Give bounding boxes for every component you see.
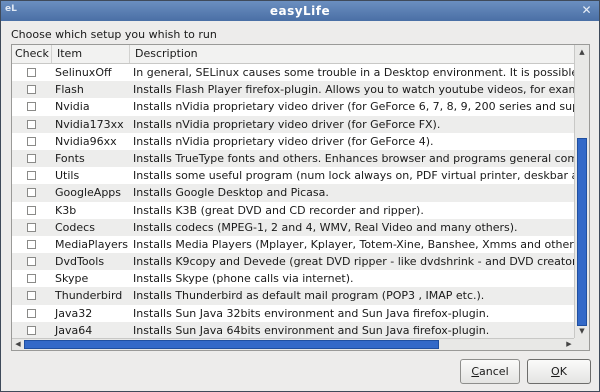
row-item-name: Nvidia96xx [55,134,117,148]
table-row[interactable]: Fonts Installs TrueType fonts and others.… [12,149,575,168]
easylife-dialog: eL easyLife ✕ Choose which setup you whi… [0,0,600,392]
table-row[interactable]: Codecs Installs codecs (MPEG-1, 2 and 4, … [12,218,575,236]
row-checkbox[interactable] [27,325,36,335]
row-description: Installs TrueType fonts and others. Enha… [133,151,575,165]
row-description: Installs nVidia proprietary video driver… [133,134,434,148]
row-checkbox[interactable] [27,153,36,163]
row-description: Installs some useful program (num lock a… [133,169,575,183]
row-checkbox[interactable] [27,308,36,318]
ok-label: K [559,365,567,378]
table-row[interactable]: Java32 Installs Sun Java 32bits environme… [12,305,575,322]
row-checkbox[interactable] [27,171,36,181]
row-item-name: Nvidia173xx [55,117,124,131]
row-description: Installs K3B (great DVD and CD recorder … [133,203,424,217]
row-checkbox[interactable] [27,274,36,284]
cancel-label: ancel [479,365,509,378]
row-checkbox[interactable] [27,119,36,129]
row-description: In general, SELinux causes some trouble … [133,66,575,79]
table-row[interactable]: Nvidia96xx Installs nVidia proprietary vi… [12,133,575,150]
row-checkbox[interactable] [27,102,36,112]
row-item-name: Thunderbird [55,289,123,303]
column-header-item[interactable]: Item [52,45,130,63]
row-item-name: Flash [55,83,84,97]
column-header-description[interactable]: Description [130,45,575,63]
table-body: SelinuxOff In general, SELinux causes som… [12,64,575,340]
row-checkbox[interactable] [27,188,36,198]
row-description: Installs Skype (phone calls via internet… [133,272,354,286]
vertical-scrollbar[interactable]: ▲ ▼ [574,45,589,339]
title-bar[interactable]: eL easyLife ✕ [1,1,599,21]
prompt-label: Choose which setup you whish to run [11,28,217,41]
row-description: Installs K9copy and Devede (great DVD ri… [133,255,575,269]
table-row[interactable]: Nvidia Installs nVidia proprietary video … [12,98,575,115]
row-item-name: GoogleApps [55,186,122,200]
arrow-up-icon[interactable]: ▲ [576,46,588,59]
row-item-name: MediaPlayers [55,237,128,251]
arrow-down-icon[interactable]: ▼ [576,325,588,338]
row-description: Installs nVidia proprietary video driver… [133,100,575,114]
horizontal-scrollbar[interactable]: ◀ ▶ [12,338,575,350]
table-row[interactable]: K3b Installs K3B (great DVD and CD record… [12,202,575,219]
row-description: Installs Media Players (Mplayer, Kplayer… [133,237,575,251]
row-description: Installs Sun Java 64bits environment and… [133,323,490,337]
row-description: Installs codecs (MPEG-1, 2 and 4, WMV, R… [133,220,518,234]
cancel-button[interactable]: Cancel [460,359,520,384]
table-row[interactable]: DvdTools Installs K9copy and Devede (grea… [12,253,575,271]
row-item-name: Utils [55,169,80,183]
setup-table: Check Item Description SelinuxOff In gene… [11,44,590,351]
row-item-name: Fonts [55,151,85,165]
row-checkbox[interactable] [27,257,36,267]
row-item-name: Java64 [55,323,93,337]
row-description: Installs Google Desktop and Picasa. [133,186,329,200]
row-item-name: SelinuxOff [55,66,112,79]
row-description: Installs nVidia proprietary video driver… [133,117,441,131]
scrollbar-corner [574,338,589,350]
row-item-name: Java32 [55,306,93,320]
table-row[interactable]: GoogleApps Installs Google Desktop and Pi… [12,184,575,202]
row-item-name: Nvidia [55,100,90,114]
close-icon[interactable]: ✕ [579,3,594,18]
row-item-name: Codecs [55,220,95,234]
horizontal-scroll-thumb[interactable] [24,340,439,349]
table-row[interactable]: MediaPlayers Installs Media Players (Mpla… [12,236,575,253]
table-row[interactable]: Flash Installs Flash Player firefox-plugi… [12,81,575,99]
row-checkbox[interactable] [27,85,36,95]
window-title: easyLife [269,4,331,18]
row-description: Installs Thunderbird as default mail pro… [133,289,485,303]
column-header-check[interactable]: Check [12,45,52,63]
table-row[interactable]: Nvidia173xx Installs nVidia proprietary v… [12,115,575,133]
row-item-name: Skype [55,272,89,286]
row-checkbox[interactable] [27,205,36,215]
table-row[interactable]: Skype Installs Skype (phone calls via int… [12,270,575,287]
table-header: Check Item Description [12,45,575,64]
row-item-name: K3b [55,203,77,217]
table-row[interactable]: Thunderbird Installs Thunderbird as defau… [12,287,575,305]
row-checkbox[interactable] [27,136,36,146]
ok-mnemonic: O [551,365,560,378]
row-checkbox[interactable] [27,222,36,232]
vertical-scroll-thumb[interactable] [577,138,587,326]
row-checkbox[interactable] [27,68,36,77]
row-item-name: DvdTools [55,255,105,269]
table-row[interactable]: Java64 Installs Sun Java 64bits environme… [12,321,575,339]
cancel-mnemonic: C [471,365,480,378]
row-description: Installs Flash Player firefox-plugin. Al… [133,83,575,97]
row-checkbox[interactable] [27,291,36,301]
table-row[interactable]: Utils Installs some useful program (num l… [12,167,575,184]
table-row[interactable]: SelinuxOff In general, SELinux causes som… [12,64,575,81]
row-checkbox[interactable] [27,239,36,249]
arrow-left-icon[interactable]: ◀ [12,339,24,350]
ok-button[interactable]: OK [527,359,591,384]
row-description: Installs Sun Java 32bits environment and… [133,306,490,320]
